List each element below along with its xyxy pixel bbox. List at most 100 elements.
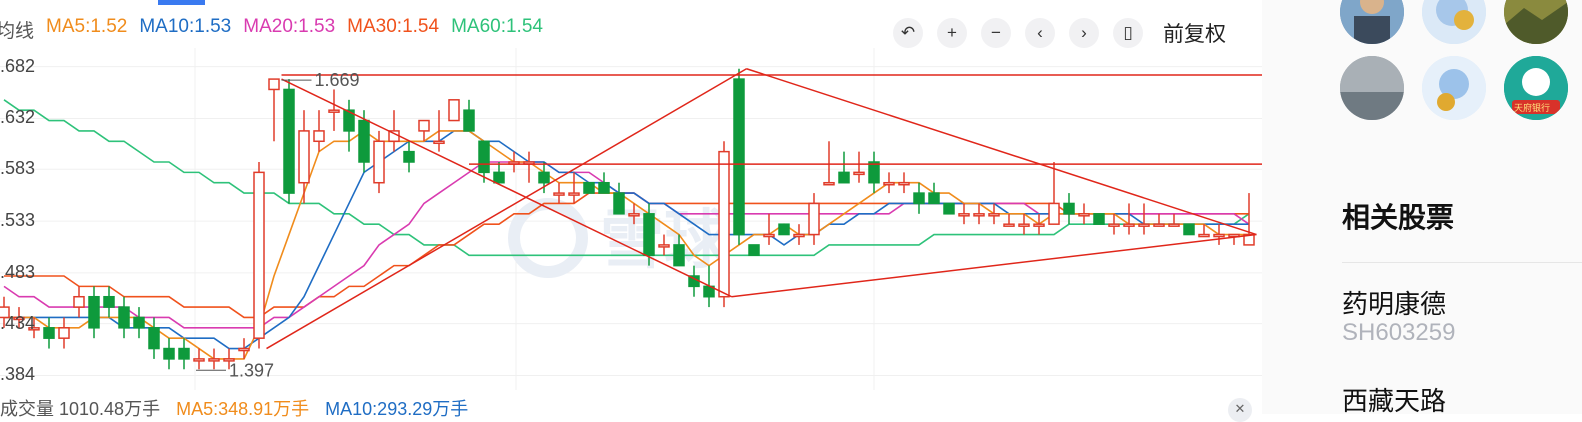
candle-body xyxy=(928,192,940,205)
candle-body xyxy=(73,295,85,308)
candle-body xyxy=(973,213,985,217)
trend-line xyxy=(746,68,1257,236)
candle-body xyxy=(448,99,460,122)
stock-name[interactable]: 药明康德 xyxy=(1342,284,1446,321)
candle-body xyxy=(1183,223,1195,236)
y-axis-label: .632 xyxy=(0,107,36,128)
chart-panel: 均线 MA5:1.52 MA10:1.53 MA20:1.53 MA30:1.5… xyxy=(0,0,1262,422)
candle-body xyxy=(88,295,100,329)
candle-body xyxy=(1138,223,1150,227)
candle-body xyxy=(793,233,805,238)
candle-body xyxy=(718,150,730,298)
candle-body xyxy=(478,140,490,174)
candle-body xyxy=(193,358,205,362)
kline-chart[interactable]: 雪球 1.669 1.397 xyxy=(0,0,1262,414)
volume-legend: 成交量 1010.48万手 MA5:348.91万手 MA10:293.29万手 xyxy=(0,395,468,421)
candle-body xyxy=(1108,223,1120,227)
candle-body xyxy=(763,233,775,238)
y-axis-label: .583 xyxy=(0,158,36,179)
candle-body xyxy=(778,223,790,236)
stock-name[interactable]: 西藏天路 xyxy=(1342,381,1446,418)
candle-body xyxy=(1198,233,1210,238)
volume-ma5: MA5:348.91万手 xyxy=(176,399,310,419)
avatar-landscape[interactable] xyxy=(1504,0,1568,44)
avatar-badge-text: 天府银行 xyxy=(1514,103,1551,113)
candle-body xyxy=(1153,223,1165,227)
candle-body xyxy=(268,78,280,91)
candle-body xyxy=(373,140,385,184)
y-axis-label: .434 xyxy=(0,312,36,333)
candle-body xyxy=(103,295,115,308)
candle-body xyxy=(868,161,880,184)
candle-body xyxy=(943,202,955,215)
watermark: 雪球 xyxy=(508,198,729,278)
candle-body xyxy=(898,181,910,186)
candle-body xyxy=(208,358,220,362)
y-axis-label: .533 xyxy=(0,210,36,231)
candle-body xyxy=(1063,202,1075,215)
candle-body xyxy=(1018,223,1030,227)
candle-body xyxy=(328,109,340,113)
candle-body xyxy=(493,171,505,184)
candle-body xyxy=(1093,213,1105,225)
candle-body xyxy=(853,171,865,176)
candle-body xyxy=(298,130,310,184)
candle-body xyxy=(673,244,685,267)
candle-body xyxy=(958,213,970,217)
volume-total: 成交量 1010.48万手 xyxy=(0,399,161,419)
candle-body xyxy=(178,347,190,360)
stock-code: SH603259 xyxy=(1342,319,1456,346)
candle-body xyxy=(1213,233,1225,238)
candle-body xyxy=(1033,223,1045,227)
candle-body xyxy=(748,244,760,257)
candle-body xyxy=(658,244,670,248)
close-icon[interactable]: ✕ xyxy=(1228,398,1252,422)
candle-body xyxy=(568,192,580,196)
candle-body xyxy=(1048,202,1060,225)
candle-body xyxy=(163,347,175,360)
candle-body xyxy=(553,192,565,196)
candle-body xyxy=(1123,223,1135,227)
trend-line xyxy=(731,233,1257,298)
trend-line xyxy=(281,78,732,298)
y-axis-label: .682 xyxy=(0,55,36,76)
y-axis-label: .483 xyxy=(0,261,36,282)
candle-body xyxy=(283,88,295,194)
candle-body xyxy=(463,109,475,132)
divider xyxy=(1342,262,1582,263)
avatar-person[interactable] xyxy=(1340,0,1404,44)
avatar-mascot-blue[interactable] xyxy=(1422,56,1486,120)
y-axis-label: .384 xyxy=(0,364,36,385)
candle-body xyxy=(583,181,595,194)
candle-body xyxy=(1078,213,1090,217)
low-label: 1.397 xyxy=(229,360,274,380)
candle-body xyxy=(313,130,325,143)
high-label: 1.669 xyxy=(315,70,360,90)
right-panel: 天府银行 相关股票 药明康德 SH603259 西藏天路 xyxy=(1262,0,1582,416)
candle-body xyxy=(1168,223,1180,227)
avatar-badge[interactable]: 天府银行 xyxy=(1504,56,1568,120)
candle-body xyxy=(238,347,250,352)
candle-body xyxy=(133,316,145,329)
candle-body xyxy=(823,181,835,186)
candle-body xyxy=(838,171,850,184)
candle-body xyxy=(43,327,55,339)
avatar-river[interactable] xyxy=(1340,56,1404,120)
candle-body xyxy=(643,213,655,257)
candle-body xyxy=(403,150,415,163)
candle-body xyxy=(148,327,160,350)
candle-body xyxy=(433,140,445,145)
candle-body xyxy=(628,213,640,217)
candle-body xyxy=(1003,223,1015,227)
candle-body xyxy=(538,171,550,184)
candle-body xyxy=(253,171,265,339)
candle-body xyxy=(808,202,820,236)
candle-body xyxy=(58,327,70,339)
candle-body xyxy=(733,78,745,236)
volume-ma10: MA10:293.29万手 xyxy=(325,399,469,419)
candle-body xyxy=(913,192,925,205)
candle-body xyxy=(988,213,1000,217)
avatar-mascot-gold[interactable] xyxy=(1422,0,1486,44)
candle-body xyxy=(613,192,625,215)
candle-body xyxy=(118,306,130,329)
